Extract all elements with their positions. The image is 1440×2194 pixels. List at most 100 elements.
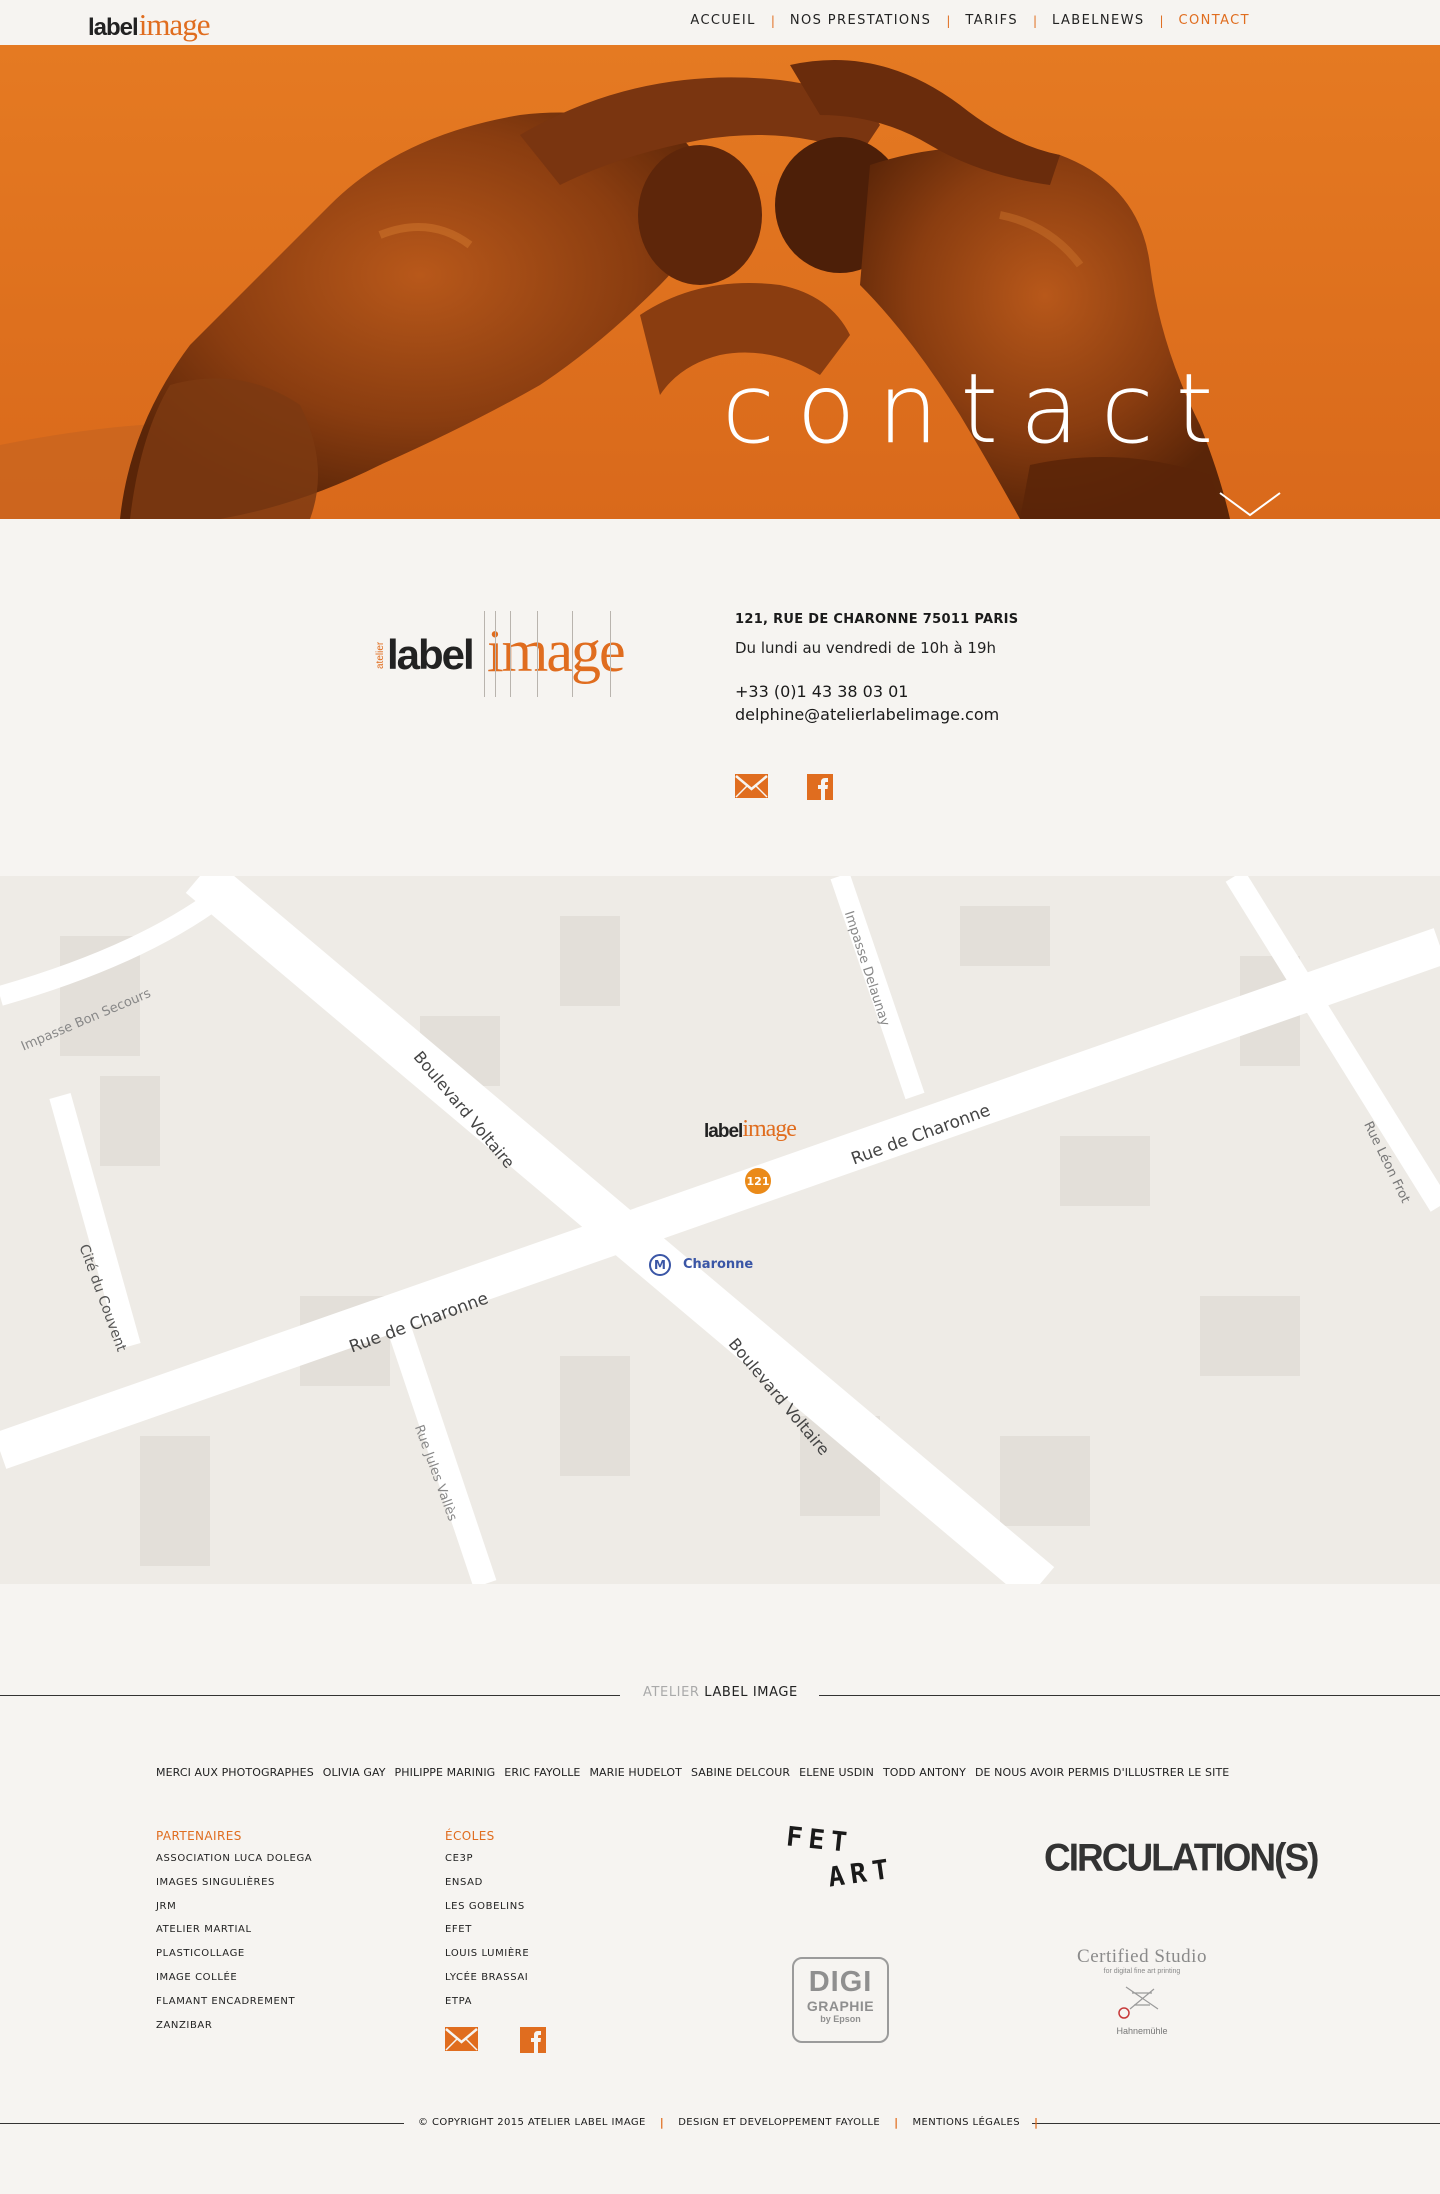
credit-name: SABINE DELCOUR [690, 1766, 791, 1779]
school-link[interactable]: EFET [445, 1923, 529, 1947]
credit-name: PHILIPPE MARINIG [394, 1766, 496, 1779]
school-link[interactable]: LES GOBELINS [445, 1900, 529, 1924]
partners-heading: PARTENAIRES [156, 1829, 242, 1843]
map-streets [0, 876, 1440, 1584]
credit-name: TODD ANTONY [882, 1766, 966, 1779]
logo-text-image: image [487, 618, 626, 684]
circulations-logo[interactable]: CIRCULATION(S) [1044, 1838, 1319, 1877]
logo-line [484, 611, 485, 697]
partner-link[interactable]: ZANZIBAR [156, 2019, 312, 2043]
school-link[interactable]: ETPA [445, 1995, 529, 2019]
mentions-legales-link[interactable]: MENTIONS LÉGALES [913, 2117, 1020, 2128]
partner-link[interactable]: ATELIER MARTIAL [156, 1923, 312, 1947]
nav-separator: | [1159, 13, 1164, 28]
nav-separator: | [1032, 13, 1038, 28]
fetart-logo[interactable]: FET ART [785, 1821, 897, 1893]
schools-list: ÉCOLES CE3P ENSAD LES GOBELINS EFET LOUI… [445, 1829, 529, 2019]
address: 121, RUE DE CHARONNE 75011 PARIS [735, 612, 1019, 627]
top-navigation: label image ACCUEIL | NOS PRESTATIONS | … [0, 0, 1440, 45]
partner-link[interactable]: ASSOCIATION LUCA DOLEGA [156, 1852, 312, 1876]
logo-text-label: label [387, 631, 475, 678]
brand-label-image: LABEL IMAGE [704, 1685, 798, 1700]
legal-separator: | [1034, 2116, 1039, 2129]
credit-name: ERIC FAYOLLE [504, 1766, 581, 1779]
opening-hours: Du lundi au vendredi de 10h à 19h [735, 639, 997, 657]
logo-text-image: image [138, 7, 211, 42]
divider [0, 1695, 620, 1696]
logo-text-atelier: atelier [375, 641, 386, 669]
contact-section: atelier label image 121, RUE DE CHARONNE… [0, 519, 1440, 876]
partner-link[interactable]: IMAGE COLLÉE [156, 1971, 312, 1995]
email-address[interactable]: delphine@atelierlabelimage.com [735, 705, 1135, 724]
location-map[interactable]: Impasse Bon Secours Boulevard Voltaire I… [0, 876, 1440, 1584]
schools-heading: ÉCOLES [445, 1829, 495, 1843]
nav-accueil[interactable]: ACCUEIL [690, 13, 755, 28]
credit-name: OLIVIA GAY [322, 1766, 386, 1779]
footer-brand: ATELIER LABEL IMAGE [643, 1685, 798, 1700]
partner-link[interactable]: IMAGES SINGULIÈRES [156, 1876, 312, 1900]
location-pin[interactable]: 121 [743, 1166, 773, 1196]
logo-line [572, 611, 573, 697]
school-link[interactable]: LOUIS LUMIÈRE [445, 1947, 529, 1971]
digi-text: DIGI [808, 1966, 873, 1998]
phone-number[interactable]: +33 (0)1 43 38 03 01 [735, 682, 1135, 701]
credit-name: ELENE USDIN [799, 1766, 874, 1779]
mail-icon[interactable] [735, 774, 768, 798]
partner-link[interactable]: PLASTICOLLAGE [156, 1947, 312, 1971]
divider [0, 2123, 404, 2124]
site-logo[interactable]: label image [88, 4, 211, 42]
nav-contact[interactable]: CONTACT [1179, 13, 1250, 28]
partner-link[interactable]: FLAMANT ENCADREMENT [156, 1995, 312, 2019]
facebook-icon[interactable] [520, 2027, 546, 2053]
school-link[interactable]: CE3P [445, 1852, 529, 1876]
fetart-text-2: ART [826, 1853, 897, 1894]
graphie-text: GRAPHIE [806, 1998, 875, 2014]
nav-separator: | [770, 13, 775, 28]
legal-separator: | [659, 2116, 665, 2129]
logo-text-label: label [88, 14, 139, 41]
hahnemuhle-text: Hahnemühle [1116, 2026, 1168, 2036]
metro-station-label: Charonne [683, 1257, 754, 1272]
nav-nos-prestations[interactable]: NOS PRESTATIONS [790, 13, 931, 28]
hahnemuhle-emblem-icon [1118, 1986, 1159, 2019]
legal-bar: © COPYRIGHT 2015 ATELIER LABEL IMAGE | D… [418, 2116, 1052, 2129]
credit-text: DE NOUS AVOIR PERMIS D'ILLUSTRER LE SITE [974, 1766, 1230, 1779]
nav-separator: | [946, 13, 951, 28]
hero-banner: contact [0, 45, 1440, 519]
footer: ATELIER LABEL IMAGE MERCI AUX PHOTOGRAPH… [0, 1584, 1440, 2194]
logo-text-image: image [742, 1116, 797, 1142]
partner-link[interactable]: JRM [156, 1900, 312, 1924]
logo-line [510, 611, 511, 697]
legal-separator: | [894, 2116, 899, 2129]
logo-line [537, 611, 538, 697]
chevron-down-icon[interactable] [1218, 491, 1282, 519]
digigraphie-logo[interactable]: DIGI GRAPHIE by Epson [792, 1957, 889, 2043]
nav-tarifs[interactable]: TARIFS [965, 13, 1018, 28]
divider [1032, 2123, 1440, 2124]
main-menu: ACCUEIL | NOS PRESTATIONS | TARIFS | LAB… [690, 13, 1250, 28]
mail-icon[interactable] [445, 2027, 478, 2051]
certified-studio-text: Certified Studio [1077, 1946, 1207, 1967]
photographers-credits: MERCI AUX PHOTOGRAPHES OLIVIA GAY PHILIP… [156, 1766, 1229, 1779]
brand-atelier: ATELIER [643, 1685, 700, 1700]
contact-details: 121, RUE DE CHARONNE 75011 PARIS Du lund… [735, 612, 1135, 724]
school-link[interactable]: ENSAD [445, 1876, 529, 1900]
partners-list: PARTENAIRES ASSOCIATION LUCA DOLEGA IMAG… [156, 1829, 312, 2042]
hero-title: contact [722, 353, 1236, 465]
credit-text: MERCI AUX PHOTOGRAPHES [156, 1766, 314, 1779]
epson-text: by Epson [820, 2014, 861, 2024]
contact-social-icons [735, 774, 833, 800]
metro-icon: M [649, 1254, 671, 1276]
copyright: © COPYRIGHT 2015 ATELIER LABEL IMAGE [418, 2117, 646, 2128]
logo-text-label: label [704, 1121, 743, 1142]
facebook-icon[interactable] [807, 774, 833, 800]
logo-line [495, 611, 496, 697]
logo-line [610, 611, 611, 697]
divider [819, 1695, 1440, 1696]
nav-labelnews[interactable]: LABELNEWS [1052, 13, 1144, 28]
credit-name: MARIE HUDELOT [589, 1766, 682, 1779]
footer-social-icons [445, 2027, 546, 2053]
school-link[interactable]: LYCÉE BRASSAI [445, 1971, 529, 1995]
hahnemuhle-certified-logo[interactable]: Certified Studio for digital fine art pr… [1068, 1946, 1216, 2036]
design-credit-link[interactable]: DESIGN ET DEVELOPPEMENT FAYOLLE [678, 2117, 880, 2128]
